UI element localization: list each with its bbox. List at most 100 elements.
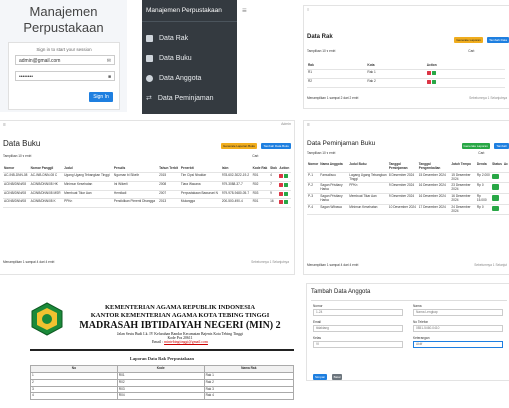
sidebar-item-data-rak[interactable]: Data Rak <box>142 28 237 48</box>
column-header[interactable]: Tanggal Pengembalian <box>417 162 451 173</box>
table-footer-info: Menampilkan 1 sampai 2 dari 2 entri <box>307 96 359 100</box>
generate-report-button[interactable]: Generate Laporan Buku <box>221 143 258 149</box>
column-header[interactable]: Denda <box>475 162 492 173</box>
entries-select[interactable]: Tampilkan 10 ▾ entri <box>3 154 31 159</box>
book-icon <box>146 54 153 62</box>
delete-icon[interactable] <box>279 200 284 205</box>
sidebar-item-data-anggota[interactable]: Data Anggota <box>142 68 237 88</box>
add-loan-button[interactable]: Tambah <box>494 143 509 149</box>
cell: R01 <box>251 198 270 209</box>
nomor-input[interactable]: 1-24 <box>313 308 403 316</box>
action-cell <box>502 193 509 205</box>
cell: 15 Desember 2024 <box>450 172 476 184</box>
cancel-button[interactable]: Batal <box>331 374 343 380</box>
table-row: P-4 Sagan Wibawa Minimun Kesehatan 10 Desem… <box>307 204 509 216</box>
sidebar-item-data-peminjaman[interactable]: ⇄ Data Peminjaman <box>142 88 237 108</box>
column-header[interactable]: Nomor <box>307 162 320 173</box>
generate-report-button[interactable]: Generate Laporan <box>461 143 490 149</box>
search-label: Cari: <box>468 49 475 53</box>
letterhead-divider <box>30 349 294 351</box>
page-title: Data Peminjaman Buku <box>307 139 376 147</box>
cell: Rp 0 <box>475 182 492 195</box>
entries-select[interactable]: Tampilkan 10 ▾ entri <box>307 151 335 156</box>
cell: Membuat Tikor Aan <box>63 190 113 200</box>
email-input[interactable]: tidaktang <box>313 324 403 332</box>
sidebar-brand[interactable]: Manajemen Perpustakaan <box>142 0 237 22</box>
nama-input[interactable]: Nama Lengkap <box>413 308 503 316</box>
table-row: 1 R01 Rak 1 <box>30 371 294 380</box>
table-footer-info: Menampilkan 1 sampai 4 dari 4 entri <box>3 260 55 264</box>
cell: Rak 4 <box>203 392 294 401</box>
status-badge <box>491 204 503 216</box>
cell: 1 <box>30 371 118 380</box>
pagination[interactable]: Sebelumnya 1 Selanjutnya <box>469 96 507 101</box>
cell: ACINB/DNN/08 MSR <box>29 190 64 200</box>
cell: ACINB/DNN/08 <box>3 198 30 209</box>
edit-icon[interactable] <box>284 173 289 178</box>
edit-icon[interactable] <box>431 79 436 84</box>
edit-icon[interactable] <box>284 182 289 187</box>
cell: 2015 <box>158 172 180 182</box>
letterhead-line3: MADRASAH IBTIDAIYAH NEGERI (MIN) 2 <box>79 320 281 331</box>
email-field[interactable]: admin@gmail.com ✉ <box>15 55 115 65</box>
cell: AC-INB-DNN-08 <box>3 172 30 182</box>
topbar-menu-icon[interactable]: ≡ <box>307 7 309 12</box>
cell: Pendidikan Pimenti Dhangga <box>112 198 159 209</box>
column-header[interactable]: Tanggal Peminjaman <box>387 162 418 173</box>
cell: PPKn <box>348 182 388 195</box>
cell: P-1 <box>307 172 320 184</box>
cell: 2013 <box>158 198 180 209</box>
cell: 2008 <box>158 181 180 191</box>
cell: 16 Desember 2024 <box>417 182 451 195</box>
user-menu[interactable]: Admin <box>281 122 291 126</box>
delete-icon[interactable] <box>279 182 284 187</box>
email-link[interactable]: mintebingtinggi@gmail.com <box>164 340 208 344</box>
keterangan-input[interactable]: Aktif <box>413 340 503 348</box>
pagination[interactable]: Sebelumnya 1 Selanjutnya <box>251 260 289 265</box>
column-header[interactable]: Jatuh Tempo <box>450 162 476 173</box>
pagination[interactable]: Sebelumnya 1 Selanjut <box>474 263 507 268</box>
cell: Rak 2 <box>203 378 294 387</box>
telefon-input[interactable]: 0851-5460-0410 <box>413 324 503 332</box>
table-row: 2 R02 Rak 2 <box>30 378 294 387</box>
topbar-menu-icon[interactable]: ≡ <box>3 122 6 128</box>
edit-icon[interactable] <box>431 70 436 75</box>
action-cell <box>278 198 291 209</box>
add-book-button[interactable]: Tambah Data Buku <box>261 143 291 149</box>
rak-table: Rak Kota Action R1 Rak 1 R2 Rak 2 <box>307 63 505 88</box>
login-title-line2: Perpustakaan <box>23 20 104 35</box>
cell: R02 <box>251 181 270 191</box>
action-cell <box>425 69 505 79</box>
save-button[interactable]: Simpan <box>313 374 328 380</box>
column-header[interactable]: Ac <box>502 162 509 173</box>
cell: 9 Desember 2024 <box>387 193 418 205</box>
entries-select[interactable]: Tampilkan 10 ▾ entri <box>307 49 335 54</box>
cell: Sagan Pristiany Harka <box>319 182 349 195</box>
lock-icon: ■ <box>107 74 111 80</box>
hamburger-icon[interactable]: ≡ <box>242 6 247 15</box>
delete-icon[interactable] <box>279 191 284 196</box>
delete-icon[interactable] <box>279 173 284 178</box>
column-header[interactable]: Judul Buku <box>348 162 388 173</box>
delete-icon[interactable] <box>426 79 431 84</box>
generate-report-button[interactable]: Generate Laporan <box>454 37 483 43</box>
sidebar-item-data-buku[interactable]: Data Buku <box>142 48 237 68</box>
edit-icon[interactable] <box>284 191 289 196</box>
column-header[interactable]: Status <box>491 162 503 173</box>
add-data-button[interactable]: Tambah Data <box>487 37 509 43</box>
cell: 17 Desember 2024 <box>417 204 451 216</box>
sign-in-button[interactable]: Sign In <box>89 92 113 102</box>
action-cell <box>278 181 291 191</box>
cell: 9 Desember 2024 <box>387 182 418 195</box>
cell: 23 Desember 2024 <box>450 182 476 195</box>
cell: 4 <box>269 172 279 182</box>
column-header[interactable]: Nama Anggota <box>319 162 349 173</box>
topbar-menu-icon[interactable]: ≡ <box>307 122 310 128</box>
cell: R03 <box>251 190 270 200</box>
page-title: Data Buku <box>3 138 41 148</box>
edit-icon[interactable] <box>284 200 289 205</box>
password-value: •••••••• <box>19 74 34 80</box>
password-field[interactable]: •••••••• ■ <box>15 71 115 81</box>
delete-icon[interactable] <box>426 70 431 75</box>
kelas-input[interactable]: VI <box>313 340 403 348</box>
